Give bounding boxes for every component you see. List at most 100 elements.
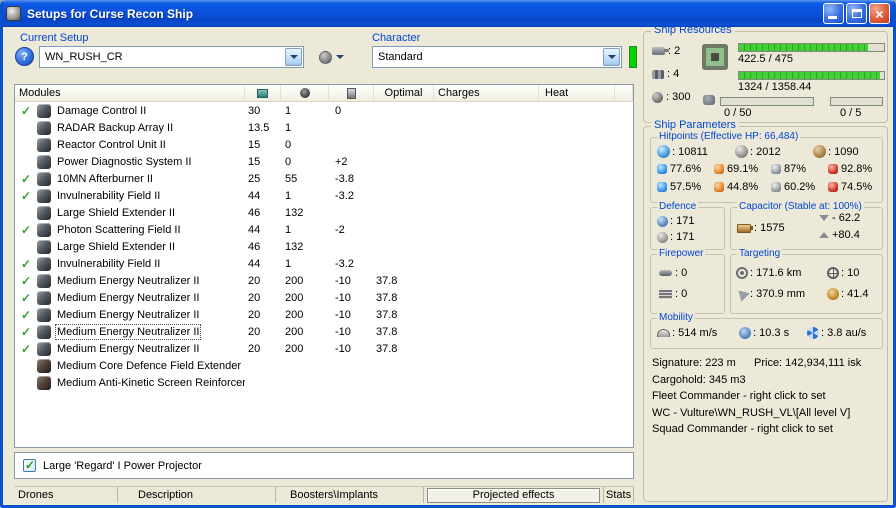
module-name: Invulnerability Field II <box>57 257 161 270</box>
kinetic-icon <box>771 182 781 192</box>
tab-boosters-implants[interactable]: Boosters\Implants <box>276 487 424 503</box>
squad-commander-slot[interactable]: Squad Commander - right click to set <box>652 423 833 435</box>
tab-drones[interactable]: Drones <box>14 487 118 503</box>
fleet-commander-slot[interactable]: Fleet Commander - right click to set <box>652 390 826 402</box>
max-speed: 514 m/s <box>657 327 717 339</box>
module-name: Medium Energy Neutralizer II <box>57 342 200 355</box>
character-combobox[interactable]: Standard <box>372 46 622 68</box>
module-optimal-value <box>374 238 434 255</box>
module-cap-value <box>329 357 374 374</box>
charges-header: Charges <box>434 85 539 101</box>
module-powergrid-value: 0 <box>285 138 292 151</box>
eft-window: Setups for Curse Recon Ship × Current Se… <box>0 0 896 508</box>
projected-module-label[interactable]: Large 'Regard' I Power Projector <box>43 460 202 472</box>
module-icon <box>37 307 51 322</box>
launcher-count: 4 <box>667 68 679 80</box>
module-icon <box>37 341 51 356</box>
targeting-title: Targeting <box>737 248 783 259</box>
turret-count: 2 <box>668 45 680 57</box>
module-icon <box>37 273 51 288</box>
module-row[interactable]: Medium Energy Neutralizer II 20 200 -10 … <box>15 272 633 289</box>
powergrid-bar <box>738 71 885 80</box>
cargohold-text: Cargohold: 345 m3 <box>652 374 746 386</box>
module-cpu-value <box>245 357 281 374</box>
module-row[interactable]: Damage Control II 30 1 0 <box>15 102 633 119</box>
module-row[interactable]: Large Shield Extender II 46 132 <box>15 204 633 221</box>
module-row[interactable]: Medium Energy Neutralizer II 20 200 -10 … <box>15 306 633 323</box>
module-optimal-value <box>374 374 434 391</box>
module-charges-value <box>434 238 539 255</box>
calibration-icon <box>652 91 663 103</box>
module-active-check-icon <box>19 189 33 203</box>
drones-usage-text: 0 / 5 <box>840 107 862 119</box>
shield-resist-value: 87% <box>784 163 807 175</box>
calibration: 300 <box>652 91 690 103</box>
titlebar[interactable]: Setups for Curse Recon Ship × <box>0 0 896 27</box>
module-powergrid-value: 1 <box>285 189 292 202</box>
module-cap-value: -10 <box>335 291 351 304</box>
maximize-button[interactable] <box>846 3 867 24</box>
tab-stats[interactable]: Stats <box>604 487 634 503</box>
module-cap-value <box>329 238 374 255</box>
module-icon <box>37 171 51 186</box>
current-setup-label: Current Setup <box>20 32 89 44</box>
module-cap-value: 0 <box>335 104 342 117</box>
shield-resists-row: 77.6% 69.1% 87% 92.8% <box>657 163 885 175</box>
module-powergrid-value: 1 <box>285 257 292 270</box>
module-optimal-value: 37.8 <box>376 274 398 287</box>
shield-resist: 92.8% <box>828 163 885 175</box>
projected-effects-box[interactable]: Projected effects <box>427 487 600 503</box>
tab-projected-effects[interactable]: Projected effects <box>424 487 604 503</box>
module-row[interactable]: Medium Energy Neutralizer II 20 200 -10 … <box>15 340 633 357</box>
app-icon <box>6 6 21 21</box>
module-cpu-value: 25 <box>248 172 261 185</box>
module-cap-value: +2 <box>335 155 348 168</box>
character-combobox-dropdown-button[interactable] <box>603 48 620 66</box>
hitpoints-box: Hitpoints (Effective HP: 66,484) 10811 2… <box>650 131 885 203</box>
module-row[interactable]: Medium Energy Neutralizer II 20 200 -10 … <box>15 289 633 306</box>
close-button[interactable]: × <box>869 3 890 24</box>
setup-combobox[interactable]: WN_RUSH_CR <box>39 46 304 68</box>
tab-description[interactable]: Description <box>118 487 276 503</box>
module-active-check-icon <box>19 325 33 339</box>
cpu-header-icon <box>257 88 268 98</box>
module-optimal-value: 37.8 <box>376 308 398 321</box>
scan-resolution: 370.9 mm <box>734 286 805 302</box>
module-row[interactable]: Medium Core Defence Field Extender I <box>15 357 633 374</box>
module-cpu-value: 46 <box>248 240 261 253</box>
help-button[interactable]: ? <box>15 47 34 66</box>
module-name: Large Shield Extender II <box>57 206 176 219</box>
module-row[interactable]: Photon Scattering Field II 44 1 -2 <box>15 221 633 238</box>
module-row[interactable]: Reactor Control Unit II 15 0 <box>15 136 633 153</box>
module-heat-value <box>539 272 615 289</box>
module-row[interactable]: Medium Energy Neutralizer II 20 200 -10 … <box>15 323 633 340</box>
module-heat-value <box>539 136 615 153</box>
targeting-range-value: 171.6 km <box>750 267 801 279</box>
module-charges-value <box>434 153 539 170</box>
setup-combobox-dropdown-button[interactable] <box>285 48 302 66</box>
setup-tools-button[interactable] <box>312 46 350 68</box>
module-row[interactable]: RADAR Backup Array II 13.5 1 <box>15 119 633 136</box>
module-row[interactable]: 10MN Afterburner II 25 55 -3.8 <box>15 170 633 187</box>
module-cap-value: -10 <box>335 308 351 321</box>
calibration-value: 300 <box>666 91 690 103</box>
wing-commander-slot[interactable]: WC - Vulture\WN_RUSH_VL\[All level V] <box>652 407 850 419</box>
turret-hardpoint-icon <box>652 47 669 55</box>
shield-resist-value: 77.6% <box>670 163 702 175</box>
character-label: Character <box>372 32 421 44</box>
module-charges-value <box>434 119 539 136</box>
module-row[interactable]: Invulnerability Field II 44 1 -3.2 <box>15 255 633 272</box>
module-charges-value <box>434 255 539 272</box>
explosive-icon <box>714 164 724 174</box>
module-row[interactable]: Power Diagnostic System II 15 0 +2 <box>15 153 633 170</box>
volley-damage: 0 <box>659 267 687 279</box>
module-row[interactable]: Medium Anti-Kinetic Screen Reinforcer I <box>15 374 633 391</box>
module-row[interactable]: Large Shield Extender II 46 132 <box>15 238 633 255</box>
module-icon <box>37 205 51 220</box>
capacitor-amount: 1575 <box>737 222 785 234</box>
module-powergrid-value: 200 <box>285 274 304 287</box>
minimize-button[interactable] <box>823 3 844 24</box>
projected-module-checkbox[interactable] <box>23 458 36 472</box>
dps-icon <box>659 289 672 299</box>
module-row[interactable]: Invulnerability Field II 44 1 -3.2 <box>15 187 633 204</box>
